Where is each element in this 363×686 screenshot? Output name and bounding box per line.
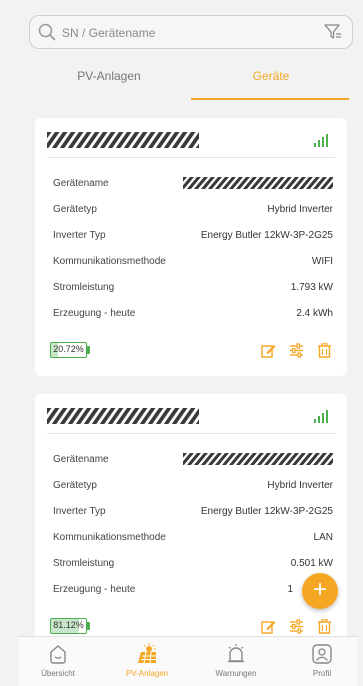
- row-power: Stromleistung 0.501 kW: [53, 555, 333, 573]
- nav-item-profil[interactable]: Profil: [287, 643, 357, 678]
- nav-label: Profil: [312, 669, 332, 678]
- profile-icon: [312, 644, 332, 664]
- delete-icon[interactable]: [317, 343, 332, 358]
- field-value: 2.4 kWh: [296, 308, 333, 319]
- alarm-bell-icon: [228, 644, 244, 663]
- nav-item-warnungen[interactable]: Warnungen: [201, 643, 271, 678]
- redacted-device-name: [183, 177, 333, 189]
- row-device-type: Gerätetyp Hybrid Inverter: [53, 201, 333, 219]
- field-value: 1: [287, 584, 293, 595]
- row-energy-today: Erzeugung - heute 2.4 kWh: [53, 305, 333, 323]
- edit-icon[interactable]: [261, 619, 276, 634]
- row-device-name: Gerätename: [53, 451, 333, 469]
- field-label: Kommunikationsmethode: [53, 532, 166, 543]
- tab-geraete[interactable]: Geräte: [191, 60, 351, 100]
- add-device-button[interactable]: +: [302, 573, 338, 609]
- battery-label: 81.12%: [53, 620, 84, 630]
- field-label: Gerätetyp: [53, 480, 97, 491]
- field-label: Stromleistung: [53, 282, 115, 293]
- field-value: Energy Butler 12kW-3P-2G25: [200, 230, 333, 241]
- field-value: Energy Butler 12kW-3P-2G25: [200, 506, 333, 517]
- field-label: Gerätename: [53, 178, 109, 189]
- row-energy-today: Erzeugung - heute 1: [53, 581, 333, 599]
- tab-bar: PV-Anlagen Geräte: [29, 60, 349, 100]
- overview-icon: [50, 645, 66, 664]
- redacted-device-name: [183, 453, 333, 465]
- row-inverter-type: Inverter Typ Energy Butler 12kW-3P-2G25: [53, 503, 333, 521]
- row-inverter-type: Inverter Typ Energy Butler 12kW-3P-2G25: [53, 227, 333, 245]
- device-card[interactable]: Gerätename Gerätetyp Hybrid Inverter Inv…: [35, 118, 347, 376]
- field-label: Stromleistung: [53, 558, 115, 569]
- search-icon: [38, 23, 56, 41]
- bottom-nav: Übersicht PV-Anlagen Warnungen Profil: [18, 636, 358, 686]
- active-tab-indicator: [191, 98, 349, 100]
- field-label: Kommunikationsmethode: [53, 256, 166, 267]
- solar-plant-icon: [138, 643, 156, 664]
- nav-label: Übersicht: [41, 669, 75, 678]
- nav-item-pv-anlagen[interactable]: PV-Anlagen: [112, 643, 182, 678]
- field-label: Gerätetyp: [53, 204, 97, 215]
- field-label: Inverter Typ: [53, 506, 106, 517]
- signal-strength-icon: [314, 410, 328, 423]
- edit-icon[interactable]: [261, 343, 276, 358]
- filter-icon[interactable]: [324, 24, 342, 41]
- card-divider: [47, 433, 335, 434]
- settings-sliders-icon[interactable]: [289, 619, 304, 634]
- field-label: Inverter Typ: [53, 230, 106, 241]
- row-device-type: Gerätetyp Hybrid Inverter: [53, 477, 333, 495]
- tab-pv-anlagen[interactable]: PV-Anlagen: [29, 60, 189, 100]
- card-divider: [47, 157, 335, 158]
- field-value: Hybrid Inverter: [267, 480, 333, 491]
- row-device-name: Gerätename: [53, 175, 333, 193]
- search-bar[interactable]: [29, 15, 353, 49]
- nav-label: Warnungen: [215, 669, 257, 678]
- battery-tip: [87, 346, 90, 354]
- delete-icon[interactable]: [317, 619, 332, 634]
- field-value: LAN: [313, 532, 333, 543]
- field-value: WIFI: [311, 256, 333, 267]
- redacted-serial-number: [47, 408, 199, 424]
- battery-tip: [87, 622, 90, 630]
- redacted-serial-number: [47, 132, 199, 148]
- device-card[interactable]: Gerätename Gerätetyp Hybrid Inverter Inv…: [35, 394, 347, 644]
- battery-indicator: 81.12%: [50, 618, 87, 634]
- row-communication: Kommunikationsmethode LAN: [53, 529, 333, 547]
- search-input[interactable]: [62, 22, 312, 44]
- settings-sliders-icon[interactable]: [289, 343, 304, 358]
- battery-label: 20.72%: [53, 344, 84, 354]
- row-power: Stromleistung 1.793 kW: [53, 279, 333, 297]
- nav-item-overview[interactable]: Übersicht: [23, 643, 93, 678]
- row-communication: Kommunikationsmethode WIFI: [53, 253, 333, 271]
- nav-label: PV-Anlagen: [125, 669, 169, 678]
- battery-indicator: 20.72%: [50, 342, 87, 358]
- field-value: 1.793 kW: [290, 282, 333, 293]
- field-value: 0.501 kW: [290, 558, 333, 569]
- field-label: Erzeugung - heute: [53, 584, 136, 595]
- signal-strength-icon: [314, 134, 328, 147]
- field-value: Hybrid Inverter: [267, 204, 333, 215]
- field-label: Erzeugung - heute: [53, 308, 136, 319]
- field-label: Gerätename: [53, 454, 109, 465]
